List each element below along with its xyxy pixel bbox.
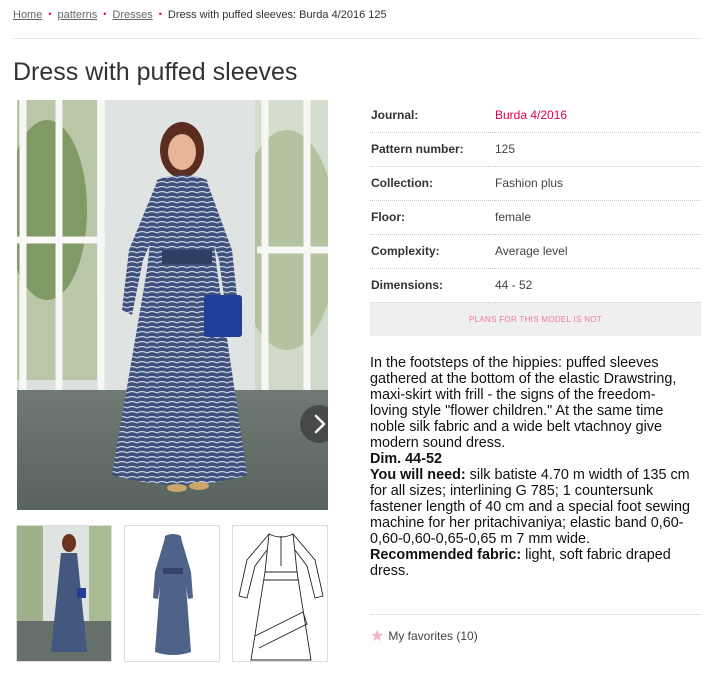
main-product-photo[interactable] (17, 100, 328, 510)
recommended-fabric-label: Recommended fabric: (370, 547, 522, 563)
breadcrumb-separator: • (48, 9, 52, 19)
pattern-details-table: Journal: Burda 4/2016 Pattern number: 12… (370, 98, 701, 303)
description-intro: In the footsteps of the hippies: puffed … (370, 355, 677, 451)
thumbnail-technical-drawing[interactable] (232, 525, 328, 662)
breadcrumb-dresses-link[interactable]: Dresses (112, 9, 152, 21)
detail-row-dimensions: Dimensions: 44 - 52 (370, 268, 701, 303)
detail-label: Journal: (370, 98, 495, 133)
my-favorites-button[interactable]: ★ My favorites (10) (370, 626, 478, 646)
breadcrumb-current: Dress with puffed sleeves: Burda 4/2016 … (167, 9, 387, 21)
detail-value: 125 (495, 132, 701, 167)
detail-row-floor: Floor: female (370, 200, 701, 235)
divider (370, 614, 701, 615)
pattern-description: In the footsteps of the hippies: puffed … (370, 355, 692, 579)
breadcrumb-separator: • (103, 9, 107, 19)
plans-notice: PLANS FOR THIS MODEL IS NOT (370, 303, 701, 336)
detail-label: Floor: (370, 200, 495, 235)
chevron-right-icon (314, 414, 326, 434)
thumbnail-photo[interactable] (16, 525, 112, 662)
detail-row-complexity: Complexity: Average level (370, 234, 701, 269)
detail-value: Average level (495, 234, 701, 269)
breadcrumb-home-link[interactable]: Home (13, 9, 42, 21)
detail-value: female (495, 200, 701, 235)
thumbnail-dress[interactable] (124, 525, 220, 662)
detail-value: Fashion plus (495, 166, 701, 201)
detail-row-journal: Journal: Burda 4/2016 (370, 98, 701, 133)
breadcrumb-separator: • (158, 9, 162, 19)
detail-label: Dimensions: (370, 268, 495, 303)
dimensions-heading: Dim. 44-52 (370, 451, 442, 467)
divider (13, 38, 701, 39)
you-will-need-label: You will need: (370, 467, 466, 483)
detail-label: Complexity: (370, 234, 495, 269)
next-photo-button[interactable] (300, 405, 328, 443)
detail-label: Pattern number: (370, 132, 495, 167)
detail-row-collection: Collection: Fashion plus (370, 166, 701, 201)
favorites-label: My favorites (10) (388, 629, 478, 643)
star-icon: ★ (370, 628, 385, 645)
journal-link[interactable]: Burda 4/2016 (495, 98, 701, 133)
detail-value: 44 - 52 (495, 268, 701, 303)
detail-label: Collection: (370, 166, 495, 201)
breadcrumb: Home • patterns • Dresses • Dress with puffed … (13, 9, 387, 21)
detail-row-pattern-number: Pattern number: 125 (370, 132, 701, 167)
breadcrumb-patterns-link[interactable]: patterns (58, 9, 98, 21)
page-title: Dress with puffed sleeves (13, 58, 298, 86)
